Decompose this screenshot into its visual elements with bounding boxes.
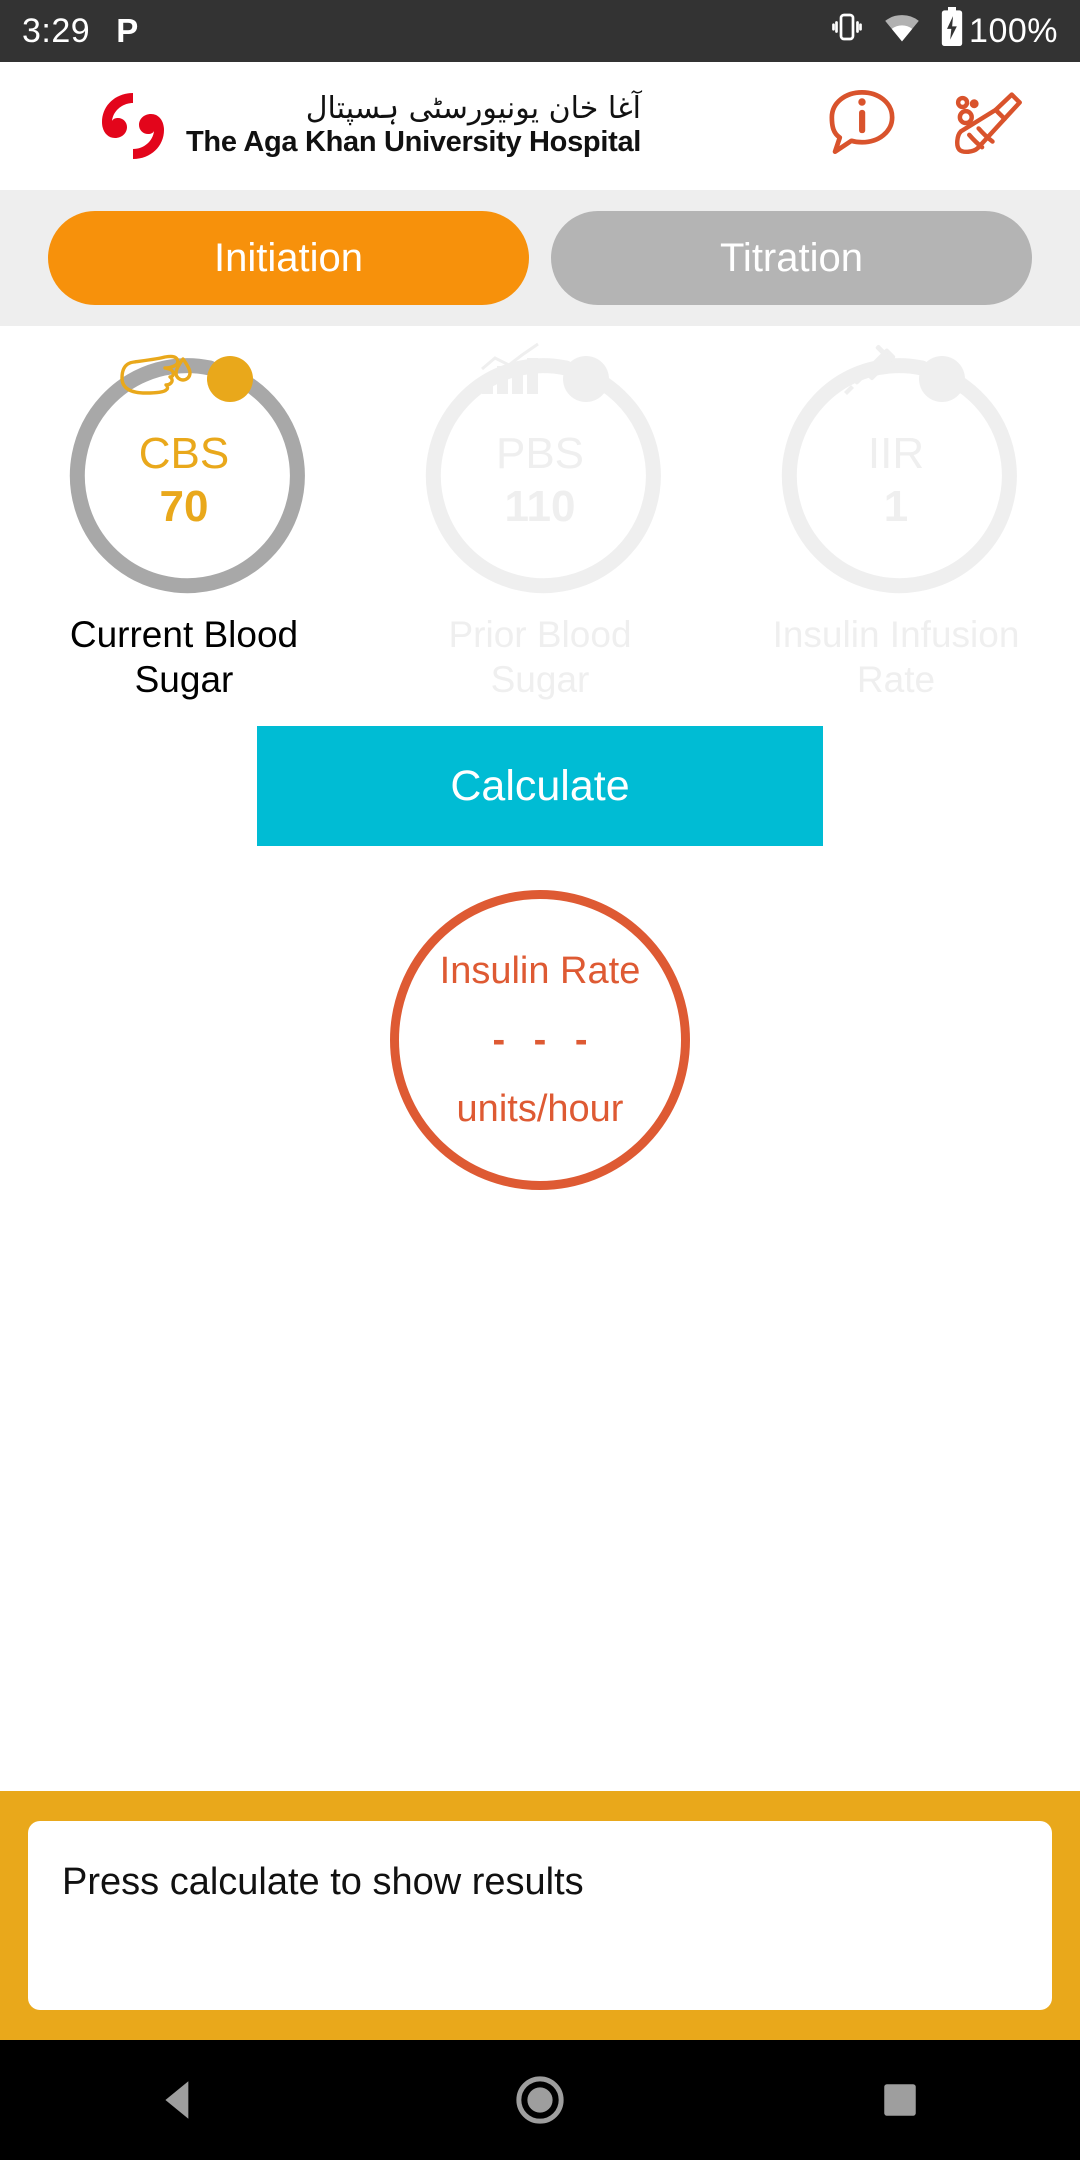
gauge-iir-label: Insulin Infusion Rate <box>772 614 1020 701</box>
results-message-box: Press calculate to show results <box>28 1821 1052 2010</box>
back-triangle-icon[interactable] <box>120 2040 240 2160</box>
status-bar: 3:29 P 100% <box>0 0 1080 62</box>
calculate-button[interactable]: Calculate <box>257 726 823 847</box>
gauge-iir-abbr: IIR <box>867 429 925 479</box>
tab-initiation-label: Initiation <box>214 235 363 280</box>
mode-tab-strip: Initiation Titration <box>0 190 1080 326</box>
gauge-cbs-label: Current Blood Sugar <box>69 614 299 701</box>
gauge-cbs-value: 70 <box>159 481 209 531</box>
calculate-row: Calculate <box>0 726 1080 847</box>
android-nav-bar <box>0 2040 1080 2160</box>
home-circle-icon[interactable] <box>480 2040 600 2160</box>
gauge-pbs-ring[interactable]: PBS 110 <box>415 342 665 594</box>
battery-charging-icon <box>939 7 965 55</box>
app-header: آغا خان یونیورسٹی ہسپتال The Aga Khan Un… <box>0 62 1080 190</box>
wifi-icon <box>882 11 922 51</box>
broom-clear-icon[interactable] <box>948 82 1032 171</box>
insulin-rate-value: - - - <box>492 1018 597 1061</box>
gauge-pbs-abbr: PBS <box>495 429 585 479</box>
gauge-pbs[interactable]: PBS 110 Prior Blood Sugar <box>362 342 718 702</box>
insulin-rate-units: units/hour <box>456 1087 624 1130</box>
header-actions <box>820 82 1046 171</box>
tab-initiation[interactable]: Initiation <box>48 211 529 305</box>
gauge-iir-readout: IIR 1 <box>771 344 1021 594</box>
gauge-pbs-label: Prior Blood Sugar <box>448 614 632 701</box>
gauge-pbs-value: 110 <box>504 481 576 531</box>
logo-english-title: The Aga Khan University Hospital <box>186 126 642 159</box>
app-badge-icon: P <box>116 12 139 49</box>
gauge-cbs-abbr: CBS <box>138 429 230 479</box>
aku-logo-mark-icon <box>96 89 170 163</box>
status-icons <box>829 7 965 55</box>
tab-titration-label: Titration <box>719 235 863 280</box>
insulin-rate-title: Insulin Rate <box>439 949 641 992</box>
tab-titration[interactable]: Titration <box>551 211 1032 305</box>
gauge-pbs-readout: PBS 110 <box>415 344 665 594</box>
gauge-iir-ring[interactable]: IIR 1 <box>771 344 1021 594</box>
result-row: Insulin Rate - - - units/hour <box>0 890 1080 1191</box>
vibrate-icon <box>829 9 865 53</box>
info-bubble-icon[interactable] <box>820 82 904 171</box>
gauge-iir-value: 1 <box>883 481 909 531</box>
notice-panel: Press calculate to show results <box>0 1791 1080 2040</box>
battery-percent: 100% <box>969 11 1058 50</box>
gauge-row: CBS 70 Current Blood Sugar PBS 110 Prior… <box>0 326 1080 703</box>
gauge-cbs-ring[interactable]: CBS 70 <box>59 344 309 594</box>
logo-urdu-title: آغا خان یونیورسٹی ہسپتال <box>305 90 642 126</box>
aku-logo: آغا خان یونیورسٹی ہسپتال The Aga Khan Un… <box>96 89 641 163</box>
gauge-iir[interactable]: IIR 1 Insulin Infusion Rate <box>718 344 1074 702</box>
logo-text-block: آغا خان یونیورسٹی ہسپتال The Aga Khan Un… <box>186 93 641 160</box>
gauge-cbs-readout: CBS 70 <box>59 344 309 594</box>
status-time: 3:29 <box>22 11 91 50</box>
insulin-rate-result: Insulin Rate - - - units/hour <box>390 890 690 1191</box>
recents-square-icon[interactable] <box>840 2040 960 2160</box>
gauge-cbs[interactable]: CBS 70 Current Blood Sugar <box>6 344 362 702</box>
